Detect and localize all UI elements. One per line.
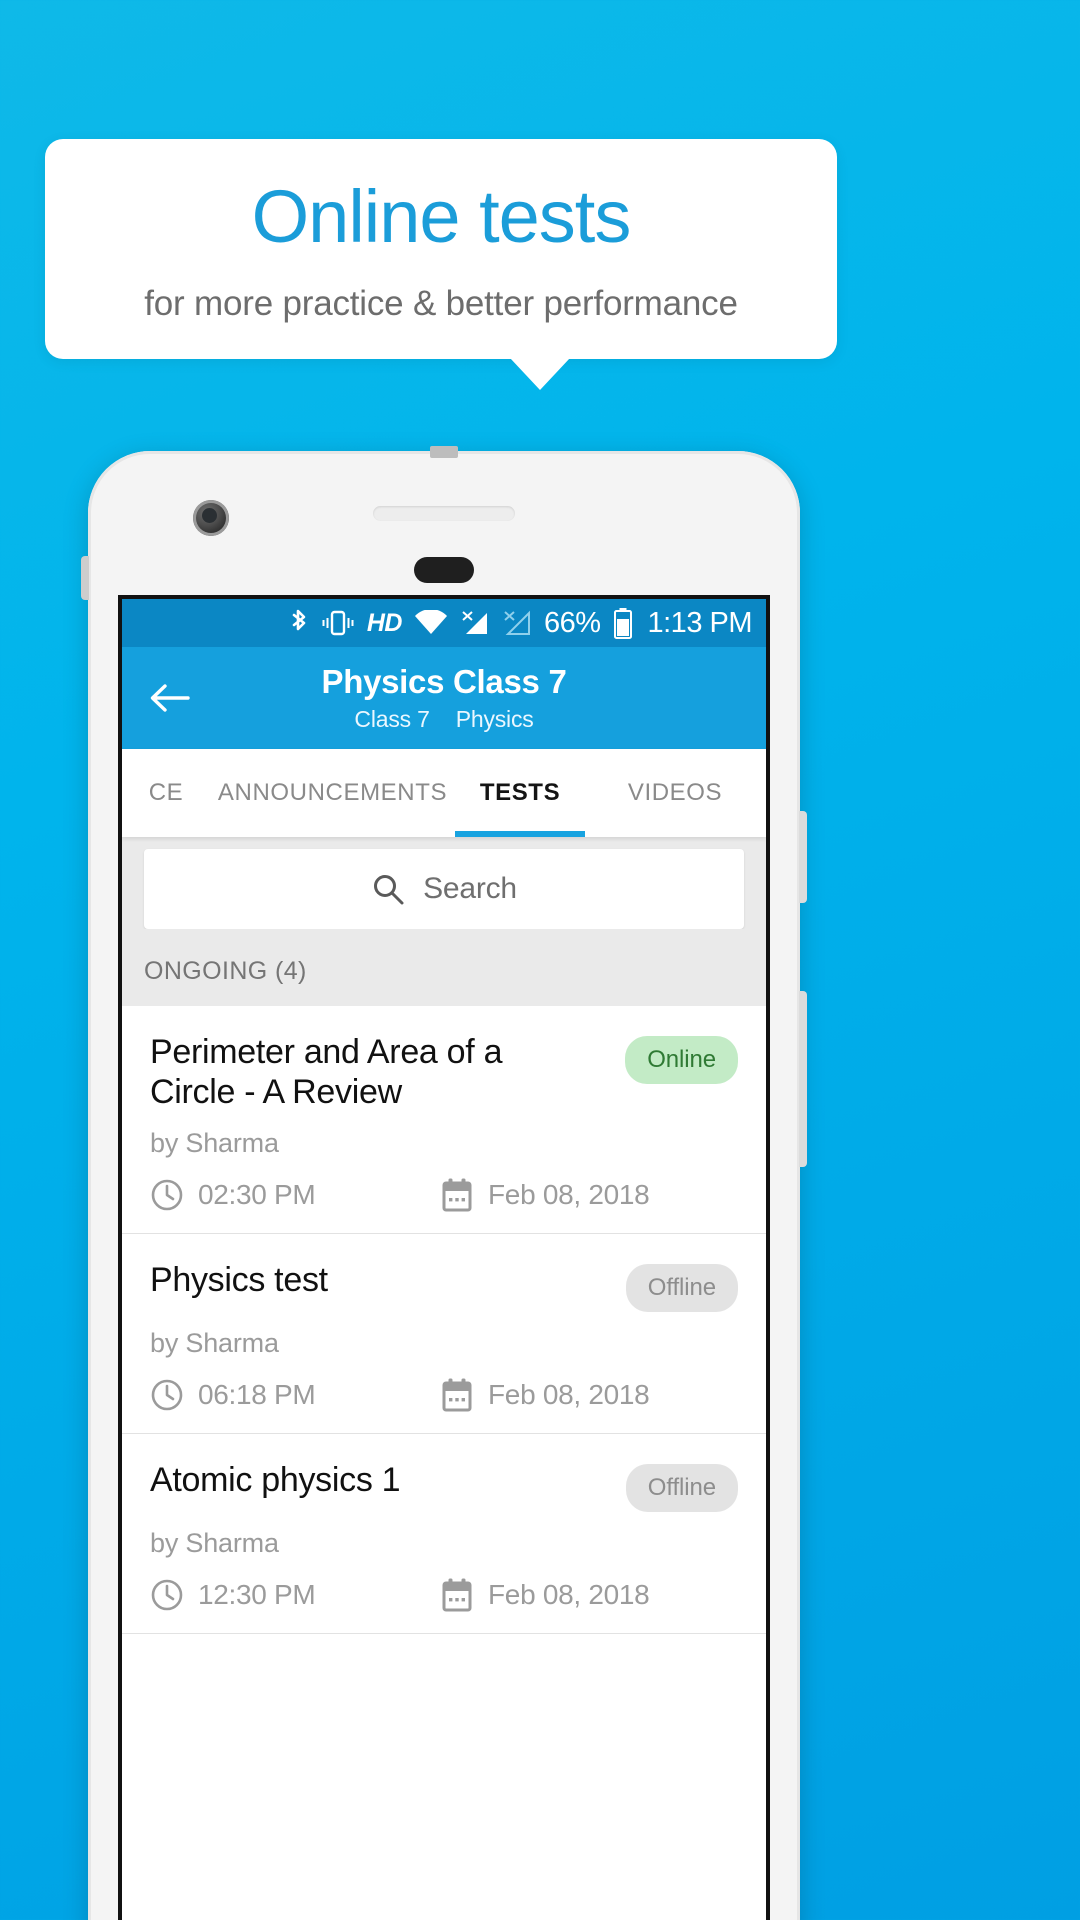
phone-antenna-nub [430,446,458,458]
tab-bar: CE ANNOUNCEMENTS TESTS VIDEOS [122,749,766,837]
volume-button[interactable] [799,991,807,1167]
test-meta: 02:30 PM Feb 08, 2018 [150,1177,738,1213]
promo-callout: Online tests for more practice & better … [45,139,837,359]
test-time-cell: 02:30 PM [150,1178,440,1212]
search-placeholder: Search [423,872,517,905]
test-title: Physics test [150,1261,328,1300]
promo-subtitle: for more practice & better performance [144,284,738,323]
earpiece-speaker [373,506,515,521]
test-time: 12:30 PM [198,1579,316,1611]
calendar-icon [440,1177,474,1213]
list-item-header: Physics test Offline [150,1260,738,1313]
app-bar: Physics Class 7 Class 7 Physics [122,647,766,749]
test-date: Feb 08, 2018 [488,1379,650,1411]
test-time: 06:18 PM [198,1379,316,1411]
tab-videos[interactable]: VIDEOS [585,749,765,837]
page-title: Physics Class 7 [321,662,567,700]
list-item[interactable]: Atomic physics 1 Offline by Sharma 12:30… [122,1434,766,1635]
hd-icon: HD [366,608,403,637]
test-author: by Sharma [150,1328,279,1359]
tab-tests[interactable]: TESTS [455,749,585,837]
phone-screen: HD 66% 1:13 PM Physics Class 7 Class 7 P… [118,595,770,1920]
breadcrumb-class: Class 7 [354,706,430,733]
list-item-header: Perimeter and Area of a Circle - A Revie… [150,1032,738,1112]
test-time-cell: 06:18 PM [150,1378,440,1412]
test-author: by Sharma [150,1528,279,1559]
promo-callout-tail [510,358,570,390]
front-camera-icon [193,500,229,536]
search-input[interactable]: Search [144,849,744,929]
status-badge: Offline [625,1264,738,1313]
clock-icon [150,1378,184,1412]
test-meta: 06:18 PM Feb 08, 2018 [150,1377,738,1413]
test-date: Feb 08, 2018 [488,1579,650,1611]
tab-ce[interactable]: CE [122,749,210,837]
search-zone: Search [122,837,766,929]
tab-announcements[interactable]: ANNOUNCEMENTS [210,749,455,837]
test-date: Feb 08, 2018 [488,1179,650,1211]
clock-icon [150,1578,184,1612]
calendar-icon [440,1577,474,1613]
status-bar-clock: 1:13 PM [647,606,753,639]
wifi-icon [414,610,448,636]
list-item[interactable]: Physics test Offline by Sharma 06:18 PM [122,1234,766,1435]
side-slot [81,556,89,600]
phone-mockup: HD 66% 1:13 PM Physics Class 7 Class 7 P… [81,446,807,1920]
battery-icon [613,607,633,639]
test-meta: 12:30 PM Feb 08, 2018 [150,1577,738,1613]
proximity-sensor [414,557,474,583]
test-title: Perimeter and Area of a Circle - A Revie… [150,1033,503,1112]
arrow-back-icon[interactable] [148,676,192,720]
signal-no-sim-1-icon [460,609,490,637]
breadcrumb: Class 7 Physics [354,706,533,733]
power-button[interactable] [799,811,807,903]
test-date-cell: Feb 08, 2018 [440,1377,650,1413]
test-author: by Sharma [150,1128,279,1159]
status-badge: Offline [625,1464,738,1513]
clock-icon [150,1178,184,1212]
list-item-header: Atomic physics 1 Offline [150,1460,738,1513]
test-date-cell: Feb 08, 2018 [440,1577,650,1613]
test-date-cell: Feb 08, 2018 [440,1177,650,1213]
vibrate-icon [321,609,355,637]
status-badge: Online [625,1036,738,1084]
search-icon [371,872,405,906]
calendar-icon [440,1377,474,1413]
promo-title: Online tests [251,175,632,258]
bluetooth-icon [289,608,309,638]
signal-no-sim-2-icon [502,609,532,637]
test-title: Atomic physics 1 [150,1461,401,1500]
test-time: 02:30 PM [198,1179,316,1211]
test-time-cell: 12:30 PM [150,1578,440,1612]
list-item[interactable]: Perimeter and Area of a Circle - A Revie… [122,1006,766,1235]
battery-percent-label: 66% [543,606,601,639]
status-bar: HD 66% 1:13 PM [122,599,766,647]
tests-list: Perimeter and Area of a Circle - A Revie… [122,1006,766,1635]
breadcrumb-subject: Physics [455,706,534,733]
section-header-ongoing: ONGOING (4) [122,929,766,1006]
